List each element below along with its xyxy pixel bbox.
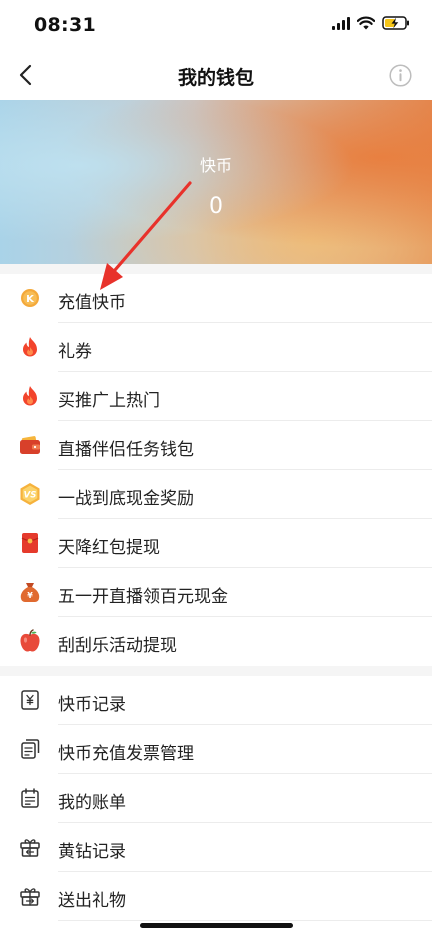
vs-badge-icon: VS xyxy=(18,482,42,506)
list-item-label: 五一开直播领百元现金 xyxy=(58,587,228,607)
money-bag-icon: ¥ xyxy=(18,580,42,604)
records-menu-list: 快币记录 快币充值发票管理 我的账单 黄钻记录 送出礼物 xyxy=(0,676,432,921)
list-item-label: 快币记录 xyxy=(58,695,126,715)
list-item-recharge-kcoin[interactable]: K 充值快币 xyxy=(0,274,432,323)
info-icon[interactable] xyxy=(389,64,412,87)
home-indicator[interactable] xyxy=(140,923,293,928)
status-bar: 08:31 xyxy=(0,0,432,50)
status-time: 08:31 xyxy=(34,14,96,36)
list-item-buy-promotion[interactable]: 买推广上热门 xyxy=(0,372,432,421)
calendar-bill-icon xyxy=(18,786,42,810)
battery-charging-icon xyxy=(382,16,409,30)
flame-icon xyxy=(18,335,42,359)
wallet-icon xyxy=(18,433,42,457)
wallet-menu-list: K 充值快币 礼券 买推广上热门 直播伴侣任务钱包 VS 一战到底现金奖励 天降… xyxy=(0,274,432,666)
gift-send-icon xyxy=(18,884,42,908)
list-item-label: 礼券 xyxy=(58,342,92,362)
list-item-battle-cash-reward[interactable]: VS 一战到底现金奖励 xyxy=(0,470,432,519)
list-item-label: 黄钻记录 xyxy=(58,842,126,862)
list-item-label: 一战到底现金奖励 xyxy=(58,489,194,509)
section-divider xyxy=(0,264,432,274)
svg-text:VS: VS xyxy=(24,491,37,501)
list-item-label: 我的账单 xyxy=(58,793,126,813)
red-envelope-icon xyxy=(18,531,42,555)
nav-bar: 我的钱包 xyxy=(0,50,432,100)
list-item-label: 买推广上热门 xyxy=(58,391,160,411)
list-item-scratch-card-withdraw[interactable]: 刮刮乐活动提现 xyxy=(0,617,432,666)
gift-box-icon xyxy=(18,835,42,859)
list-item-label: 天降红包提现 xyxy=(58,538,160,558)
k-coin-icon: K xyxy=(18,286,42,310)
list-item-label: 直播伴侣任务钱包 xyxy=(58,440,194,460)
list-item-red-envelope-withdraw[interactable]: 天降红包提现 xyxy=(0,519,432,568)
list-item-label: 快币充值发票管理 xyxy=(58,744,194,764)
svg-text:K: K xyxy=(26,294,35,305)
list-item-kcoin-records[interactable]: 快币记录 xyxy=(0,676,432,725)
list-item-my-bill[interactable]: 我的账单 xyxy=(0,774,432,823)
invoice-icon xyxy=(18,737,42,761)
list-item-label: 刮刮乐活动提现 xyxy=(58,636,177,656)
balance-value: 0 xyxy=(209,194,223,219)
apple-icon xyxy=(18,629,42,653)
list-item-label: 充值快币 xyxy=(58,293,126,313)
section-divider xyxy=(0,666,432,676)
flame-icon xyxy=(18,384,42,408)
yuan-record-icon xyxy=(18,688,42,712)
status-icons xyxy=(332,16,410,30)
svg-text:¥: ¥ xyxy=(27,591,33,600)
balance-label: 快币 xyxy=(199,156,232,175)
list-item-gifts-sent[interactable]: 送出礼物 xyxy=(0,872,432,921)
cellular-signal-icon xyxy=(332,16,350,30)
list-item-mayday-live-cash[interactable]: ¥ 五一开直播领百元现金 xyxy=(0,568,432,617)
row-divider xyxy=(58,920,432,921)
list-item-live-companion-wallet[interactable]: 直播伴侣任务钱包 xyxy=(0,421,432,470)
list-item-yellow-diamond-records[interactable]: 黄钻记录 xyxy=(0,823,432,872)
wifi-icon xyxy=(357,16,375,30)
list-item-coupons[interactable]: 礼券 xyxy=(0,323,432,372)
balance-banner: 快币 0 xyxy=(0,100,432,264)
page-title: 我的钱包 xyxy=(177,67,254,89)
list-item-invoice-management[interactable]: 快币充值发票管理 xyxy=(0,725,432,774)
list-item-label: 送出礼物 xyxy=(58,891,126,911)
